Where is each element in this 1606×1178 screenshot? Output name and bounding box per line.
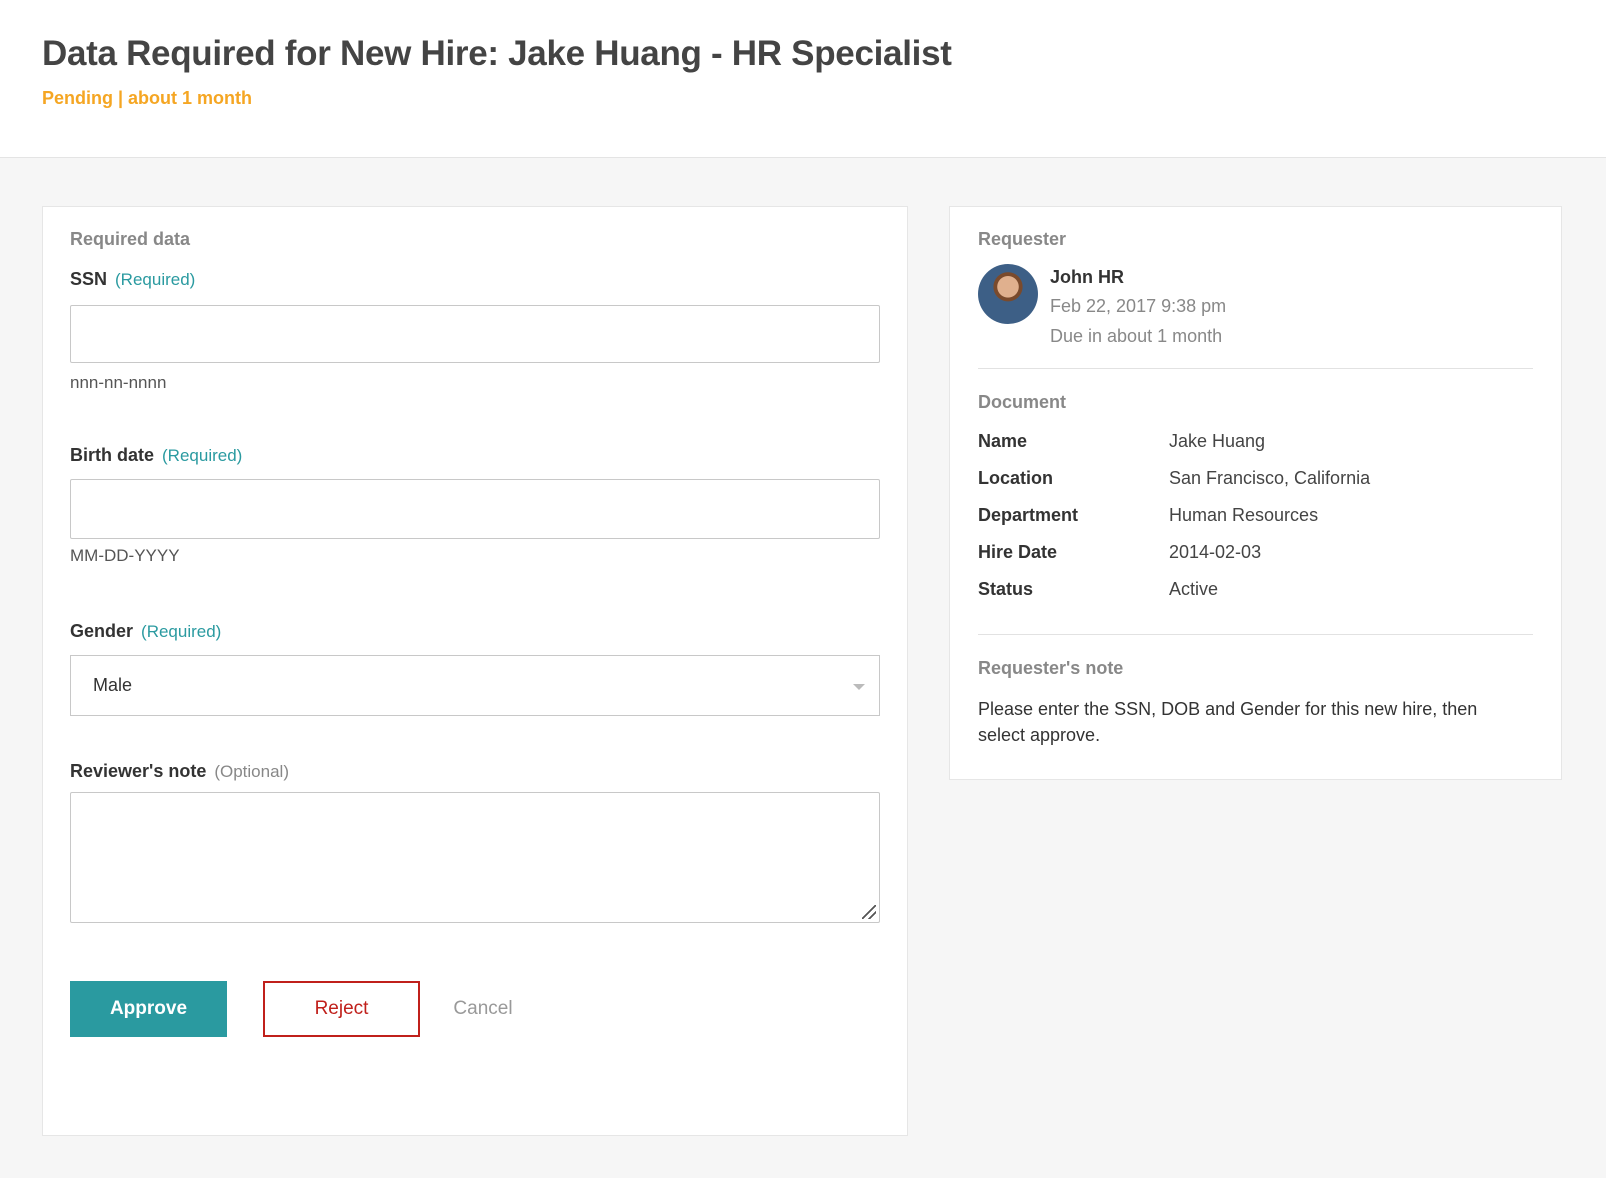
ssn-required-tag: (Required)	[115, 270, 196, 289]
approve-button[interactable]: Approve	[70, 981, 227, 1037]
reviewer-note-label: Reviewer's note	[70, 761, 207, 781]
requester-date: Feb 22, 2017 9:38 pm	[1050, 296, 1227, 316]
document-value-location: San Francisco, California	[1169, 468, 1371, 488]
gender-select[interactable]: Male	[70, 655, 880, 716]
reviewer-note-label-row: Reviewer's note (Optional)	[70, 761, 289, 782]
document-title: Document	[978, 392, 1067, 412]
page-title: Data Required for New Hire: Jake Huang -…	[42, 34, 952, 73]
gender-selected-value: Male	[93, 675, 133, 695]
avatar	[978, 264, 1038, 324]
document-key-status: Status	[978, 579, 1034, 599]
reviewer-note-optional-tag: (Optional)	[214, 762, 289, 781]
requester-name: John HR	[1050, 267, 1124, 287]
gender-required-tag: (Required)	[141, 622, 222, 641]
document-value-name: Jake Huang	[1169, 431, 1266, 451]
birth-date-input[interactable]	[70, 479, 880, 539]
reviewer-note-textarea[interactable]	[70, 792, 880, 923]
document-key-name: Name	[978, 431, 1028, 451]
document-key-department: Department	[978, 505, 1079, 525]
gender-label-row: Gender (Required)	[70, 621, 221, 642]
divider	[978, 634, 1533, 635]
gender-label: Gender	[70, 621, 134, 641]
document-key-hire-date: Hire Date	[978, 542, 1058, 562]
page-header: Data Required for New Hire: Jake Huang -…	[0, 0, 1606, 158]
required-data-title: Required data	[70, 229, 191, 249]
birth-date-required-tag: (Required)	[162, 446, 243, 465]
request-info-card: Requester John HR Feb 22, 2017 9:38 pm D…	[949, 206, 1562, 780]
divider	[978, 368, 1533, 369]
required-data-card: Required data SSN (Required) nnn-nn-nnnn …	[42, 206, 908, 1136]
document-key-location: Location	[978, 468, 1053, 488]
resize-grip-icon[interactable]	[862, 905, 876, 919]
document-value-hire-date: 2014-02-03	[1169, 542, 1262, 562]
requester-note-title: Requester's note	[978, 658, 1124, 678]
document-value-department: Human Resources	[1169, 505, 1319, 525]
ssn-format-hint: nnn-nn-nnnn	[70, 373, 167, 392]
content-area: Required data SSN (Required) nnn-nn-nnnn …	[0, 158, 1606, 1178]
document-value-status: Active	[1169, 579, 1219, 599]
ssn-input[interactable]	[70, 305, 880, 363]
reject-button[interactable]: Reject	[263, 981, 420, 1037]
cancel-button[interactable]: Cancel	[438, 981, 528, 1037]
requester-due: Due in about 1 month	[1050, 326, 1223, 346]
ssn-label-row: SSN (Required)	[70, 269, 195, 290]
requester-note-text: Please enter the SSN, DOB and Gender for…	[978, 699, 1478, 745]
ssn-label: SSN	[70, 269, 108, 289]
status-pending-label: Pending | about 1 month	[42, 88, 253, 108]
birth-date-format-hint: MM-DD-YYYY	[70, 546, 180, 565]
chevron-down-icon	[853, 684, 865, 690]
birth-date-label-row: Birth date (Required)	[70, 445, 242, 466]
requester-title: Requester	[978, 229, 1067, 249]
reviewer-note-wrapper	[70, 792, 880, 923]
birth-date-label: Birth date	[70, 445, 155, 465]
